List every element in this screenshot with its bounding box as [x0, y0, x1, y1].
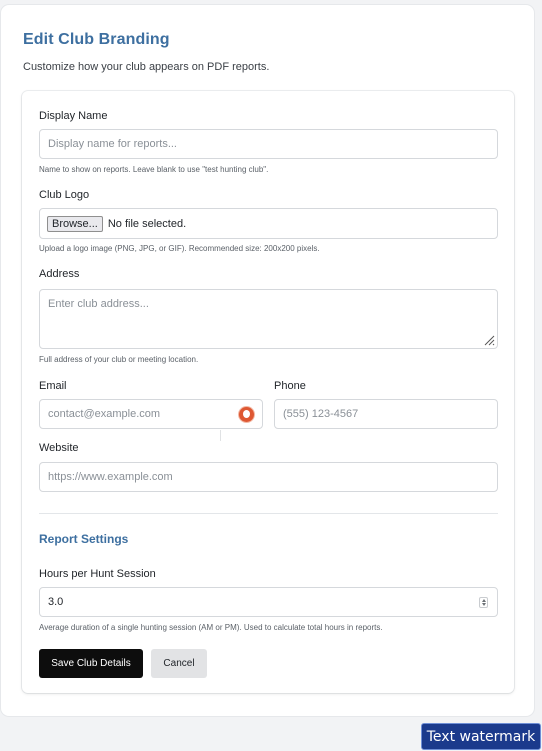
address-placeholder: Enter club address... — [48, 298, 149, 310]
number-spinner-icon[interactable] — [479, 597, 488, 608]
address-textarea[interactable]: Enter club address... — [39, 289, 498, 349]
phone-placeholder: (555) 123-4567 — [283, 408, 359, 420]
hours-per-session-label: Hours per Hunt Session — [39, 568, 156, 580]
email-placeholder: contact@example.com — [48, 408, 161, 420]
display-name-placeholder: Display name for reports... — [48, 138, 177, 150]
duckduckgo-icon[interactable] — [239, 407, 254, 422]
hours-per-session-input[interactable]: 3.0 — [39, 587, 498, 617]
website-input[interactable]: https://www.example.com — [39, 462, 498, 492]
divider-tick — [220, 430, 221, 441]
save-club-details-button[interactable]: Save Club Details — [39, 649, 143, 678]
email-input[interactable]: contact@example.com — [39, 399, 263, 429]
resize-handle-icon[interactable] — [483, 334, 495, 346]
display-name-label: Display Name — [39, 110, 108, 122]
display-name-help: Name to show on reports. Leave blank to … — [39, 165, 269, 174]
file-status-text: No file selected. — [107, 217, 187, 230]
club-logo-help: Upload a logo image (PNG, JPG, or GIF). … — [39, 244, 320, 253]
cancel-button[interactable]: Cancel — [151, 649, 207, 678]
email-label: Email — [39, 380, 67, 392]
club-logo-label: Club Logo — [39, 189, 90, 201]
address-label: Address — [39, 268, 80, 280]
text-watermark: Text watermark — [421, 723, 541, 750]
hours-per-session-help: Average duration of a single hunting ses… — [39, 623, 383, 632]
browse-button[interactable]: Browse... — [47, 215, 103, 232]
website-label: Website — [39, 442, 79, 454]
report-settings-title: Report Settings — [39, 532, 129, 546]
hours-per-session-value: 3.0 — [48, 596, 64, 608]
website-placeholder: https://www.example.com — [48, 471, 173, 483]
page-subtitle: Customize how your club appears on PDF r… — [23, 61, 270, 73]
phone-input[interactable]: (555) 123-4567 — [274, 399, 498, 429]
page-title: Edit Club Branding — [23, 31, 170, 48]
phone-label: Phone — [274, 380, 306, 392]
club-logo-file-input[interactable]: Browse... No file selected. — [39, 208, 498, 239]
section-divider — [39, 513, 498, 514]
display-name-input[interactable]: Display name for reports... — [39, 129, 498, 159]
address-help: Full address of your club or meeting loc… — [39, 355, 199, 364]
